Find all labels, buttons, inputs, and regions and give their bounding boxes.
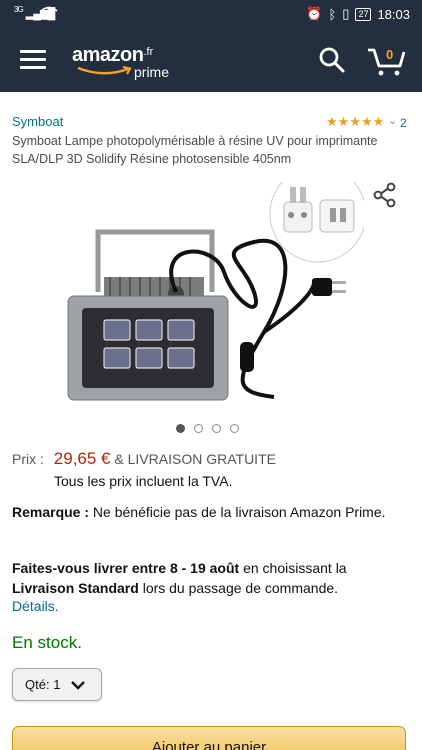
hamburger-menu-icon[interactable] (20, 50, 46, 70)
price-value: 29,65 € (53, 449, 111, 468)
star-icon: ★ (360, 114, 373, 129)
amazon-prime-logo[interactable]: amazon.fr prime (72, 44, 182, 80)
price-row: Prix : 29,65 € & LIVRAISON GRATUITE (12, 449, 276, 469)
carousel-dot[interactable] (212, 424, 221, 433)
logo-tld: .fr (143, 46, 154, 58)
details-link[interactable]: Détails. (12, 598, 59, 614)
bluetooth-icon: ᛒ (328, 6, 337, 22)
star-icon: ★ (349, 114, 361, 129)
add-to-cart-button[interactable]: Ajouter au panier (12, 726, 406, 750)
delivery-estimate: Faites-vous livrer entre 8 - 19 août en … (12, 558, 412, 598)
quantity-dropdown[interactable]: Qté: 1 (12, 668, 102, 701)
rating-chevron-icon: ⌄ (388, 115, 398, 127)
vibrate-icon: ▯ (342, 6, 350, 21)
share-icon[interactable] (372, 182, 398, 208)
image-carousel-dots (176, 424, 239, 433)
delivery-option: Livraison Standard (12, 580, 139, 596)
carousel-dot-active[interactable] (176, 424, 185, 433)
carousel-dot[interactable] (230, 424, 239, 433)
smile-arrow-icon (77, 66, 132, 75)
app-header: amazon.fr prime 0 (0, 28, 422, 92)
delivery-dates: Faites-vous livrer entre 8 - 19 août (12, 560, 240, 576)
search-icon[interactable] (318, 46, 346, 74)
vat-note: Tous les prix incluent la TVA. (54, 473, 233, 489)
chevron-down-icon (71, 680, 86, 690)
free-shipping-text: & LIVRAISON GRATUITE (114, 451, 276, 467)
product-title: Symboat Lampe photopolymérisable à résin… (12, 134, 378, 166)
quantity-value: 1 (53, 677, 61, 692)
star-icon: ★ (337, 114, 350, 129)
quantity-label: Qté: (25, 677, 50, 692)
remark-label: Remarque : (12, 504, 90, 520)
price-label: Prix : (12, 451, 44, 467)
network-type: 3G (14, 5, 24, 14)
remark-text: Ne bénéficie pas de la livraison Amazon … (89, 504, 386, 520)
alarm-icon: ⏰ (306, 6, 323, 21)
half-star-icon: ★ (372, 114, 385, 129)
remark-block: Remarque : Ne bénéficie pas de la livrai… (12, 502, 410, 522)
brand-link[interactable]: Symboat (12, 114, 63, 129)
carousel-dot[interactable] (194, 424, 203, 433)
logo-prime: prime (134, 64, 170, 80)
wifi-icon (40, 6, 58, 20)
star-icon: ★ (326, 114, 338, 129)
delivery-middle: en choisissant la (239, 560, 347, 576)
status-bar: 3G ▂▄▆█ ⏰ ᛒ ▯ 27 18:03 (0, 0, 422, 28)
product-image[interactable] (64, 182, 364, 412)
battery-icon: 27 (355, 7, 372, 21)
rating-stars[interactable]: ★ ★ ★ ★ ★ (326, 115, 384, 128)
cart-count-badge: 0 (386, 47, 394, 62)
stock-status: En stock. (12, 633, 82, 652)
logo-word: amazon (72, 44, 144, 66)
rating-count[interactable]: 2 (400, 116, 407, 130)
clock: 18:03 (377, 6, 410, 22)
delivery-tail: lors du passage de commande. (138, 580, 339, 596)
